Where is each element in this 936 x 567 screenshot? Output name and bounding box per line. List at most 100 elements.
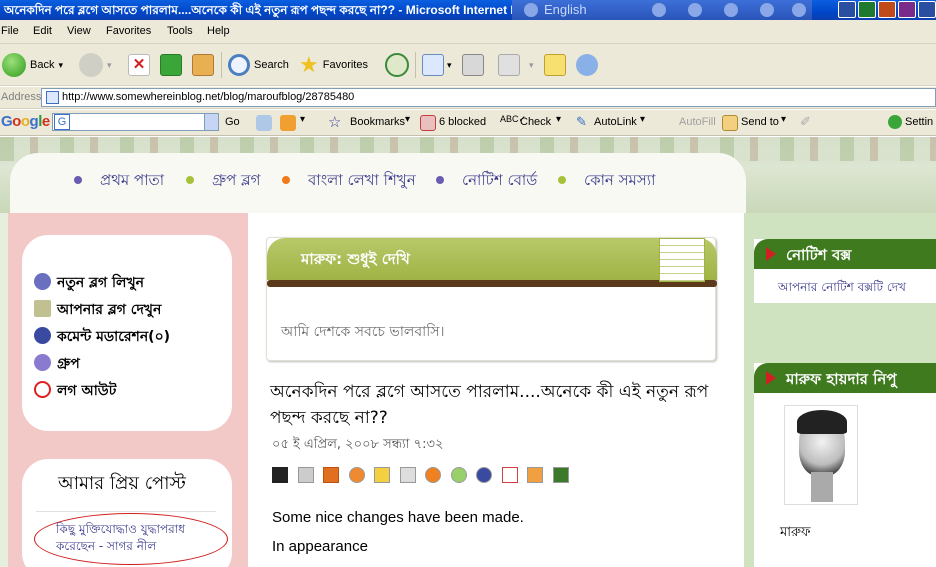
mouse-icon[interactable]: [688, 3, 702, 17]
chevron-down-icon[interactable]: ▾: [447, 60, 452, 71]
favorite-post-link[interactable]: কিছু মুক্তিযোদ্ধাও যুদ্ধাপরাধ করেছেন - স…: [56, 521, 224, 555]
post-paragraph: In appearance: [272, 538, 368, 555]
sidebar-item-label: গ্রুপ: [57, 356, 80, 372]
author-photo[interactable]: [784, 405, 858, 505]
nav-item-learn-bangla[interactable]: বাংলা লেখা শিখুন: [308, 169, 416, 194]
chevron-down-icon[interactable]: ▾: [405, 114, 410, 125]
powerpoint-icon[interactable]: [878, 1, 896, 18]
autolink-button[interactable]: AutoLink: [594, 116, 637, 128]
sidebar-item-write[interactable]: নতুন ব্লগ লিখুন: [34, 271, 144, 295]
back-button[interactable]: Back ▾: [2, 51, 63, 79]
robot-icon[interactable]: [399, 467, 416, 483]
print-icon[interactable]: [462, 54, 484, 76]
check-button[interactable]: Check: [520, 116, 551, 128]
settings-button[interactable]: Settin: [905, 116, 933, 128]
notice-box: নোটিশ বক্স আপনার নোটিশ বক্সটি দেখ: [754, 239, 936, 303]
star-icon[interactable]: [374, 467, 390, 483]
messenger-icon[interactable]: [576, 54, 598, 76]
reddit-icon[interactable]: [348, 467, 365, 483]
language-bar[interactable]: English: [512, 0, 812, 20]
help-icon[interactable]: [792, 3, 806, 17]
address-input[interactable]: http://www.somewhereinblog.net/blog/maro…: [41, 88, 936, 107]
pagerank-icon[interactable]: [280, 115, 296, 131]
chevron-down-icon[interactable]: ▾: [107, 60, 112, 71]
word-icon[interactable]: [838, 1, 856, 18]
nav-item-notice-board[interactable]: নোটিশ বোর্ড: [462, 169, 537, 194]
star-icon: ★: [299, 52, 319, 77]
refresh-icon[interactable]: [160, 54, 182, 76]
google-logo[interactable]: Google: [1, 113, 50, 130]
chevron-down-icon[interactable]: ▾: [640, 114, 645, 125]
grid-icon[interactable]: [527, 467, 543, 483]
popup-blocker-button[interactable]: 6 blocked: [439, 116, 486, 128]
nav-item-home[interactable]: প্রথম পাতা: [100, 169, 164, 194]
favorite-posts-title: আমার প্রিয় পোস্ট: [58, 473, 186, 494]
edit-icon[interactable]: [498, 54, 520, 76]
chevron-down-icon[interactable]: ▾: [781, 114, 786, 125]
mail-icon[interactable]: [422, 54, 444, 76]
news-icon[interactable]: [256, 115, 272, 131]
stumble-icon[interactable]: [425, 467, 441, 483]
nav-bullet: [558, 176, 566, 184]
history-icon[interactable]: [385, 53, 409, 77]
highlight-icon[interactable]: ✐: [800, 114, 811, 130]
furl-icon[interactable]: [323, 467, 339, 483]
sidebar-item-logout[interactable]: লগ আউট: [34, 379, 116, 403]
author-name[interactable]: মারুফ: [780, 523, 810, 544]
nav-bullet: [282, 176, 290, 184]
nav-item-group-blog[interactable]: গ্রুপ ব্লগ: [212, 169, 260, 194]
author-box-title: মারুফ হায়দার নিপু: [786, 370, 897, 388]
home-icon[interactable]: [192, 54, 214, 76]
notepad-icon: [659, 238, 705, 282]
language-label[interactable]: English: [544, 2, 587, 17]
globe-icon[interactable]: [476, 467, 492, 483]
chevron-down-icon[interactable]: ▾: [556, 114, 561, 125]
chevron-down-icon[interactable]: ▾: [58, 60, 63, 71]
chevron-down-icon[interactable]: ▾: [300, 114, 305, 125]
favorites-button[interactable]: ★ Favorites: [299, 51, 368, 79]
address-url[interactable]: http://www.somewhereinblog.net/blog/maro…: [62, 91, 354, 103]
search-label: Search: [254, 59, 289, 71]
menu-help[interactable]: Help: [207, 25, 230, 37]
close-icon[interactable]: [918, 1, 936, 18]
app-icon[interactable]: [898, 1, 916, 18]
post-title[interactable]: অনেকদিন পরে ব্লগে আসতে পারলাম....অনেকে ক…: [270, 379, 730, 431]
autofill-button[interactable]: AutoFill: [679, 116, 716, 128]
blog-title[interactable]: মারুফ: শুধুই দেখি: [301, 248, 410, 273]
gear-icon[interactable]: [724, 3, 738, 17]
send-to-button[interactable]: Send to: [741, 116, 779, 128]
google-search-input[interactable]: G: [52, 113, 219, 131]
menu-favorites[interactable]: Favorites: [106, 25, 151, 37]
sidebar-item-group[interactable]: গ্রুপ: [34, 352, 80, 376]
forward-button[interactable]: ▾: [79, 51, 112, 79]
settings-status-icon: [888, 115, 902, 129]
sidebar-item-view-blog[interactable]: আপনার ব্লগ দেখুন: [34, 298, 161, 322]
post-date: ০৫ ই এপ্রিল, ২০০৮ সন্ধ্যা ৭:৩২: [272, 437, 444, 452]
menu-tools[interactable]: Tools: [167, 25, 193, 37]
favorites-label: Favorites: [322, 59, 368, 71]
search-button[interactable]: Search: [228, 51, 289, 79]
menu-edit[interactable]: Edit: [33, 25, 52, 37]
nav-item-problem[interactable]: কোন সমস্যা: [584, 169, 656, 194]
sidebar-item-comment-moderation[interactable]: কমেন্ট মডারেশন(০): [34, 325, 170, 349]
settings-icon[interactable]: [760, 3, 774, 17]
bookmarks-button[interactable]: Bookmarks: [350, 116, 405, 128]
divider: [36, 511, 216, 512]
google-toolbar: Google G Go ▾ ☆ Bookmarks ▾ 6 blocked AB…: [0, 110, 936, 136]
excel-icon[interactable]: [858, 1, 876, 18]
leaf-icon[interactable]: [552, 467, 569, 483]
notice-box-text[interactable]: আপনার নোটিশ বক্সটি দেখ: [778, 279, 906, 299]
user-menu-box: নতুন ব্লগ লিখুন আপনার ব্লগ দেখুন কমেন্ট …: [22, 235, 232, 431]
digg-icon[interactable]: [297, 467, 314, 483]
google-go-button[interactable]: Go: [225, 116, 240, 128]
stop-icon[interactable]: ✕: [128, 54, 150, 76]
note-icon[interactable]: [544, 54, 566, 76]
chevron-down-icon[interactable]: ▾: [529, 60, 534, 71]
chevron-down-icon[interactable]: [204, 114, 218, 130]
circle-icon[interactable]: [450, 467, 467, 483]
menu-view[interactable]: View: [67, 25, 91, 37]
tool-icon[interactable]: [652, 3, 666, 17]
delicious-icon[interactable]: [272, 467, 288, 483]
menu-file[interactable]: File: [1, 25, 19, 37]
y-icon[interactable]: [501, 467, 518, 483]
